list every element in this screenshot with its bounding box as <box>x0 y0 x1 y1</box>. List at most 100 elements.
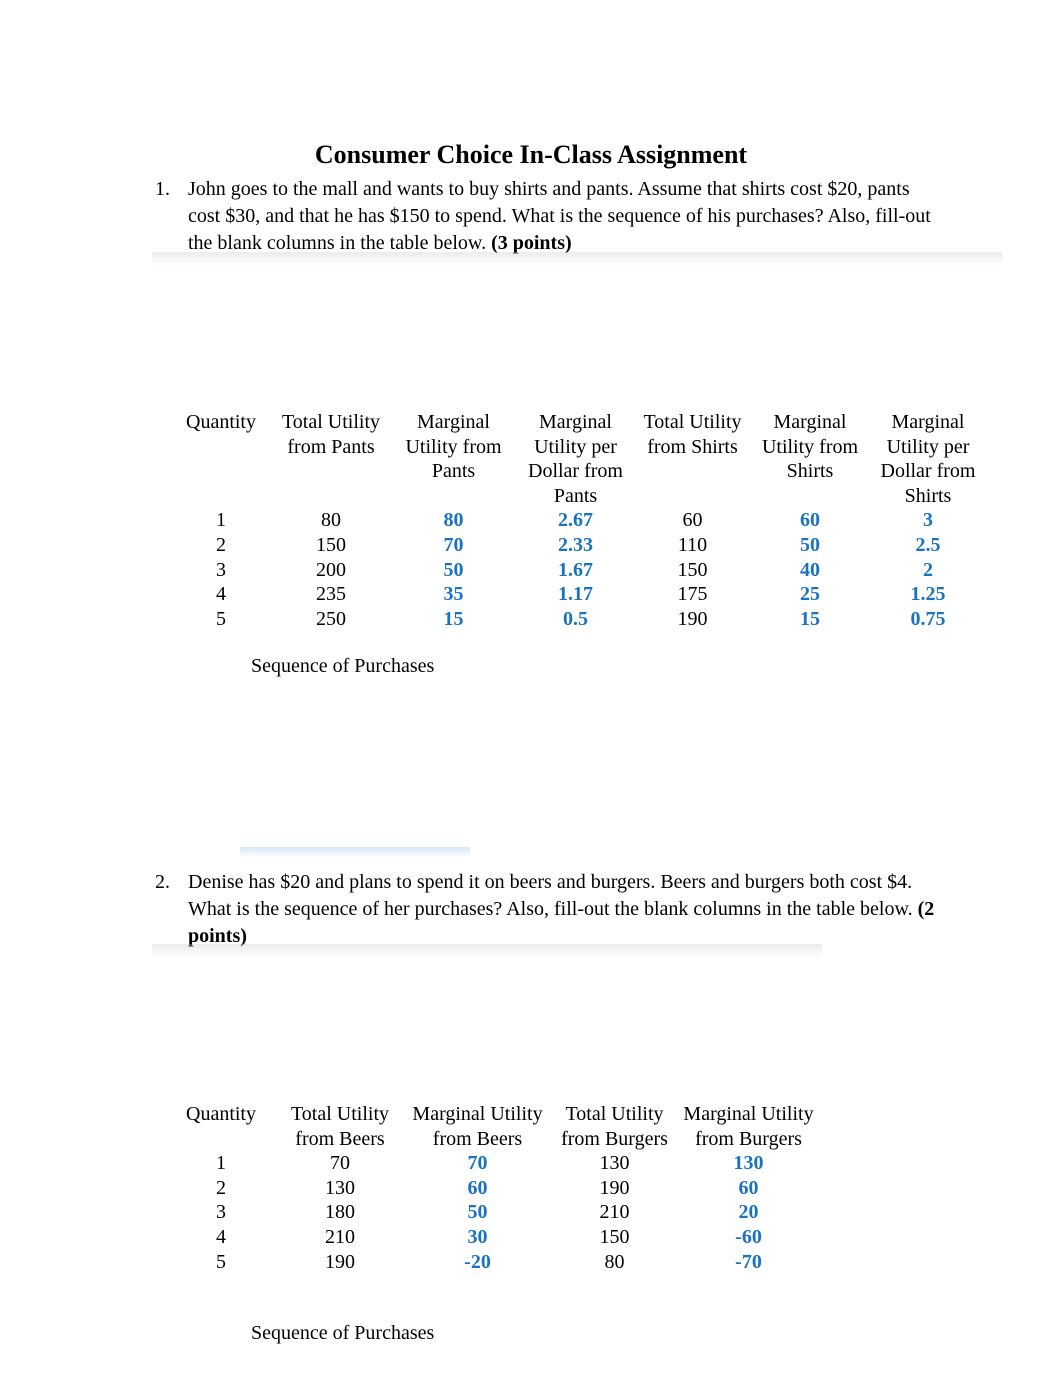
table-cell: 190 <box>677 607 708 630</box>
column-header: Marginal Utility per Dollar from Pants <box>528 411 623 507</box>
answer-cell: 15 <box>443 607 464 630</box>
table-cell: 150 <box>316 533 346 556</box>
table-cell: 150 <box>599 1225 630 1248</box>
answer-cell: 20 <box>738 1201 759 1224</box>
table-cell: 210 <box>599 1201 630 1224</box>
pants-shirts-utility-table: Quantity Total Utility from Pants Margin… <box>170 410 987 631</box>
table-cell: 3 <box>216 1201 226 1224</box>
answer-cell: 3 <box>923 509 933 532</box>
table-cell: 175 <box>677 583 708 606</box>
table-cell: 70 <box>330 1152 350 1175</box>
sequence-of-purchases-label: Sequence of Purchases <box>251 1322 435 1344</box>
table-header-row: Quantity Total Utility from Beers Margin… <box>170 1102 815 1151</box>
answer-cell: 25 <box>800 583 820 606</box>
question-text: Denise has $20 and plans to spend it on … <box>188 871 918 920</box>
answer-cell: 2.67 <box>558 509 593 532</box>
table-row: 3 180 50 210 20 <box>170 1200 815 1225</box>
question-1: 1. John goes to the mall and wants to bu… <box>155 176 945 257</box>
table-cell: 80 <box>321 509 341 532</box>
table-row: 1 80 80 2.67 60 60 3 <box>170 508 987 533</box>
column-header: Marginal Utility from Burgers <box>683 1103 814 1150</box>
answer-cell: 70 <box>467 1152 488 1175</box>
answer-cell: 15 <box>800 607 820 630</box>
scan-artifact <box>240 847 470 857</box>
table-cell: 180 <box>325 1201 355 1224</box>
column-header: Quantity <box>186 411 256 433</box>
table-cell: 4 <box>216 1225 226 1248</box>
answer-cell: 60 <box>467 1176 488 1199</box>
table-cell: 130 <box>599 1152 630 1175</box>
answer-cell: 0.5 <box>563 607 588 630</box>
answer-cell: 1.17 <box>558 583 593 606</box>
table-cell: 1 <box>216 509 226 532</box>
answer-cell: 1.67 <box>558 558 593 581</box>
answer-cell: 130 <box>733 1152 764 1175</box>
answer-cell: 2.5 <box>915 533 941 556</box>
table-row: 5 250 15 0.5 190 15 0.75 <box>170 607 987 632</box>
table-cell: 210 <box>325 1225 355 1248</box>
table-row: 3 200 50 1.67 150 40 2 <box>170 558 987 583</box>
table-cell: 5 <box>216 607 226 630</box>
answer-cell: 2 <box>923 558 933 581</box>
answer-cell: 40 <box>800 558 820 581</box>
answer-cell: 70 <box>443 533 464 556</box>
answer-cell: 50 <box>443 558 464 581</box>
answer-cell: -70 <box>735 1250 762 1273</box>
table-cell: 3 <box>216 558 226 581</box>
scan-shadow-divider <box>152 944 822 958</box>
column-header: Total Utility from Burgers <box>561 1103 668 1150</box>
answer-cell: -60 <box>735 1225 762 1248</box>
table-cell: 235 <box>316 583 346 606</box>
table-body: 1 70 70 130 130 2 130 60 190 60 3 180 50 210 20 4 210 30 1… <box>170 1151 815 1274</box>
answer-cell: 35 <box>443 583 464 606</box>
table-cell: 1 <box>216 1152 226 1175</box>
scan-shadow-divider <box>152 252 1002 266</box>
answer-cell: 30 <box>467 1225 488 1248</box>
column-header: Quantity <box>186 1103 256 1125</box>
table-cell: 4 <box>216 583 226 606</box>
column-header: Total Utility from Shirts <box>643 411 742 458</box>
beers-burgers-utility-table: Quantity Total Utility from Beers Margin… <box>170 1102 815 1274</box>
table-row: 5 190 -20 80 -70 <box>170 1250 815 1275</box>
answer-cell: 0.75 <box>910 607 946 630</box>
question-number: 1. <box>155 178 170 200</box>
answer-cell: 1.25 <box>910 583 946 606</box>
column-header: Total Utility from Pants <box>281 411 381 458</box>
table-body: 1 80 80 2.67 60 60 3 2 150 70 2.33 110 50 2.5 3 200 50 1.… <box>170 508 987 631</box>
question-text-block: John goes to the mall and wants to buy s… <box>188 176 945 257</box>
table-cell: 190 <box>599 1176 630 1199</box>
table-row: 4 210 30 150 -60 <box>170 1225 815 1250</box>
column-header: Marginal Utility from Pants <box>405 411 502 483</box>
table-cell: 5 <box>216 1250 226 1273</box>
table-cell: 2 <box>216 1176 226 1199</box>
question-number: 2. <box>155 871 170 893</box>
answer-cell: 50 <box>800 533 820 556</box>
column-header: Total Utility from Beers <box>290 1103 390 1150</box>
table-cell: 130 <box>325 1176 355 1199</box>
question-2: 2. Denise has $20 and plans to spend it … <box>155 869 945 950</box>
table-cell: 110 <box>677 533 708 556</box>
answer-cell: 80 <box>443 509 464 532</box>
sequence-of-purchases-label: Sequence of Purchases <box>251 655 435 677</box>
answer-cell: -20 <box>464 1250 491 1273</box>
question-text-block: Denise has $20 and plans to spend it on … <box>188 869 945 950</box>
points-label: (3 points) <box>491 232 572 254</box>
answer-cell: 60 <box>800 509 820 532</box>
page-title: Consumer Choice In-Class Assignment <box>314 140 748 170</box>
table-cell: 200 <box>316 558 346 581</box>
table-row: 2 150 70 2.33 110 50 2.5 <box>170 533 987 558</box>
table-header-row: Quantity Total Utility from Pants Margin… <box>170 410 987 508</box>
column-header: Marginal Utility from Beers <box>412 1103 543 1150</box>
column-header: Marginal Utility from Shirts <box>761 411 859 483</box>
table-cell: 2 <box>216 533 226 556</box>
table-cell: 250 <box>316 607 346 630</box>
answer-cell: 50 <box>467 1201 488 1224</box>
column-header: Marginal Utility per Dollar from Shirts <box>880 411 976 507</box>
answer-cell: 60 <box>738 1176 759 1199</box>
table-row: 1 70 70 130 130 <box>170 1151 815 1176</box>
answer-cell: 2.33 <box>558 533 593 556</box>
table-row: 2 130 60 190 60 <box>170 1176 815 1201</box>
table-cell: 150 <box>677 558 708 581</box>
table-cell: 60 <box>682 509 703 532</box>
table-cell: 190 <box>325 1250 355 1273</box>
